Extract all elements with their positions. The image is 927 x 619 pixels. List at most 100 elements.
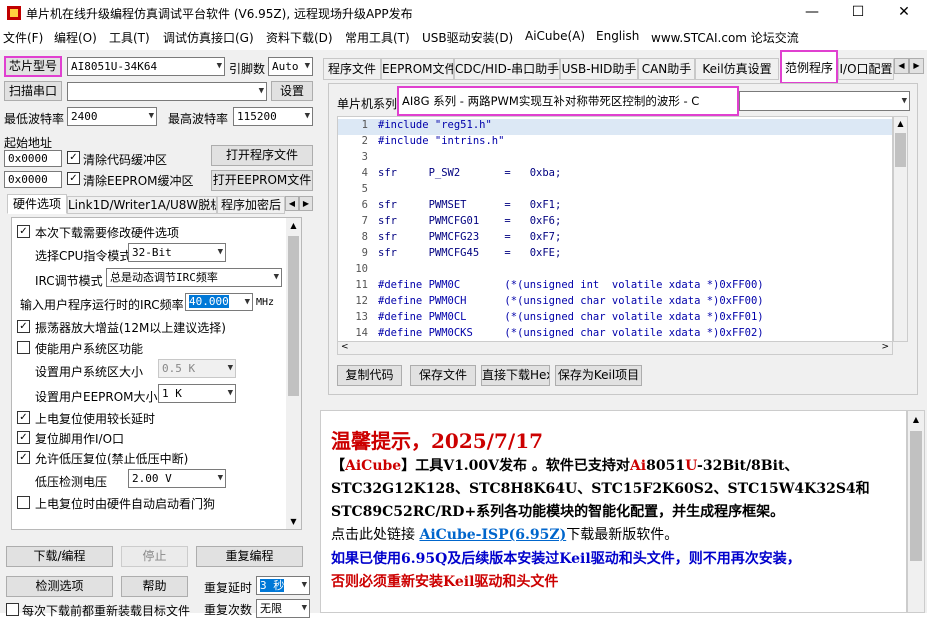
clear-eeprom-checkbox[interactable]: ✓ bbox=[67, 172, 80, 185]
scroll-up-icon[interactable]: ▲ bbox=[286, 218, 301, 233]
tab-link1d-offline[interactable]: Link1D/Writer1A/U8W脱机 bbox=[67, 196, 217, 214]
chip-model-select[interactable]: AI8051U-34K64 ▼ bbox=[67, 57, 225, 76]
min-baud-select[interactable]: 2400 ▼ bbox=[67, 107, 157, 126]
scroll-thumb[interactable] bbox=[288, 236, 299, 396]
tab-examples[interactable]: 范例程序 bbox=[780, 50, 838, 84]
tab-scroll-right-icon[interactable]: ▶ bbox=[909, 58, 924, 74]
scroll-thumb[interactable] bbox=[895, 133, 906, 167]
port-settings-button[interactable]: 设置 bbox=[271, 81, 313, 101]
chip-model-value: AI8051U-34K64 bbox=[71, 60, 158, 73]
code-editor[interactable]: 1 #include "reg51.h" 2 #include "intrins.h"… bbox=[337, 116, 893, 342]
menu-usb-driver[interactable]: USB驱动安装(D) bbox=[422, 29, 513, 46]
tab-eeprom-file[interactable]: EEPROM文件 bbox=[381, 58, 454, 80]
scroll-left-icon[interactable]: < bbox=[341, 342, 349, 352]
notice-line-6: 否则必须重新安装Keil驱动和头文件 bbox=[331, 574, 559, 590]
stop-button[interactable]: 停止 bbox=[121, 546, 188, 567]
eeprom-size-select[interactable]: 1 K ▼ bbox=[158, 384, 236, 403]
user-sys-checkbox[interactable] bbox=[17, 341, 30, 354]
repeat-delay-value: 3 秒 bbox=[260, 579, 285, 592]
code-line: 9 sfr PWMCFG45 = 0xFE; bbox=[338, 247, 892, 263]
modify-hw-checkbox[interactable]: ✓ bbox=[17, 225, 30, 238]
menu-file[interactable]: 文件(F) bbox=[3, 29, 43, 46]
tab-scroll-right-icon[interactable]: ▶ bbox=[299, 196, 313, 211]
menu-downloads[interactable]: 资料下载(D) bbox=[266, 29, 333, 46]
repeat-delay-select[interactable]: 3 秒 ▼ bbox=[256, 576, 310, 595]
menu-aicube[interactable]: AiCube(A) bbox=[525, 29, 585, 43]
series-select-extension[interactable]: ▼ bbox=[739, 91, 910, 111]
menu-website[interactable]: www.STCAI.com 论坛交流 bbox=[651, 29, 799, 46]
irc-mode-select[interactable]: 总是动态调节IRC频率 ▼ bbox=[106, 268, 282, 287]
tab-io-config[interactable]: I/O口配置 bbox=[838, 58, 894, 80]
clear-code-checkbox[interactable]: ✓ bbox=[67, 151, 80, 164]
line-number: 9 bbox=[361, 247, 368, 259]
menu-debug[interactable]: 调试仿真接口(G) bbox=[163, 29, 254, 46]
tab-cdc-hid-serial[interactable]: CDC/HID-串口助手 bbox=[454, 58, 560, 80]
menu-program[interactable]: 编程(O) bbox=[54, 29, 97, 46]
open-program-file-button[interactable]: 打开程序文件 bbox=[211, 145, 313, 166]
lvd-voltage-label: 低压检测电压 bbox=[35, 475, 108, 489]
line-number: 8 bbox=[361, 231, 368, 243]
save-keil-project-button[interactable]: 保存为Keil项目 bbox=[555, 365, 642, 386]
long-delay-checkbox[interactable]: ✓ bbox=[17, 411, 30, 424]
menu-tools[interactable]: 工具(T) bbox=[109, 29, 150, 46]
max-baud-label: 最高波特率 bbox=[168, 112, 229, 126]
series-select[interactable]: AI8G 系列 - 两路PWM实现互补对称带死区控制的波形 - C bbox=[397, 86, 739, 116]
tab-scroll-left-icon[interactable]: ◀ bbox=[894, 58, 909, 74]
tab-program-file[interactable]: 程序文件 bbox=[323, 58, 381, 80]
scroll-right-icon[interactable]: > bbox=[881, 342, 889, 352]
lvd-reset-checkbox[interactable]: ✓ bbox=[17, 451, 30, 464]
tab-hardware-options[interactable]: 硬件选项 bbox=[7, 194, 67, 214]
tab-keil-sim[interactable]: Keil仿真设置 bbox=[695, 58, 779, 80]
save-file-button[interactable]: 保存文件 bbox=[410, 365, 476, 386]
irc-freq-input[interactable]: 40.000 ▼ bbox=[185, 293, 253, 311]
code-text: sfr PWMCFG23 = 0xF7; bbox=[378, 231, 562, 243]
open-eeprom-file-button[interactable]: 打开EEPROM文件 bbox=[211, 170, 313, 191]
copy-code-button[interactable]: 复制代码 bbox=[337, 365, 402, 386]
repeat-program-button[interactable]: 重复编程 bbox=[196, 546, 303, 567]
menu-english[interactable]: English bbox=[596, 29, 639, 43]
tab-can[interactable]: CAN助手 bbox=[638, 58, 695, 80]
hw-scrollbar[interactable]: ▲ ▼ bbox=[286, 218, 301, 529]
tab-scroll-left-icon[interactable]: ◀ bbox=[285, 196, 299, 211]
eeprom-address-input[interactable]: 0x0000 bbox=[4, 171, 62, 188]
notice-line-1: 【AiCube】工具V1.00V发布 。软件已支持对Ai8051U-32Bit/… bbox=[331, 455, 798, 475]
code-hscrollbar[interactable]: < > bbox=[337, 341, 893, 355]
max-baud-select[interactable]: 115200 ▼ bbox=[233, 107, 313, 126]
repeat-count-select[interactable]: 无限 ▼ bbox=[256, 599, 310, 618]
menu-common-tools[interactable]: 常用工具(T) bbox=[345, 29, 410, 46]
direct-download-hex-button[interactable]: 直接下载Hex bbox=[481, 365, 550, 386]
reload-file-label: 每次下载前都重新装载目标文件 bbox=[22, 604, 191, 618]
reset-io-checkbox[interactable]: ✓ bbox=[17, 431, 30, 444]
detect-options-button[interactable]: 检测选项 bbox=[6, 576, 113, 597]
tab-program-encrypt[interactable]: 程序加密后 bbox=[217, 196, 285, 214]
scan-port-button[interactable]: 扫描串口 bbox=[4, 81, 62, 101]
watchdog-label: 上电复位时由硬件自动启动看门狗 bbox=[35, 497, 216, 511]
long-delay-label: 上电复位使用较长延时 bbox=[35, 412, 156, 426]
maximize-button[interactable]: ☐ bbox=[835, 0, 881, 26]
code-line: 8 sfr PWMCFG23 = 0xF7; bbox=[338, 231, 892, 247]
reload-file-checkbox[interactable] bbox=[6, 603, 19, 616]
scroll-up-icon[interactable]: ▲ bbox=[894, 117, 907, 131]
sys-size-select[interactable]: 0.5 K ▼ bbox=[158, 359, 236, 378]
minimize-button[interactable]: — bbox=[789, 0, 835, 26]
series-value: AI8G 系列 - 两路PWM实现互补对称带死区控制的波形 - C bbox=[402, 94, 700, 108]
download-link[interactable]: AiCube-ISP(6.95Z) bbox=[419, 527, 566, 543]
code-vscrollbar[interactable]: ▲ bbox=[893, 116, 908, 342]
cpu-mode-select[interactable]: 32-Bit ▼ bbox=[128, 243, 226, 262]
osc-gain-checkbox[interactable]: ✓ bbox=[17, 320, 30, 333]
scroll-down-icon[interactable]: ▼ bbox=[286, 514, 301, 529]
chip-model-button[interactable]: 芯片型号 bbox=[4, 56, 62, 77]
code-address-input[interactable]: 0x0000 bbox=[4, 150, 62, 167]
watchdog-checkbox[interactable] bbox=[17, 496, 30, 509]
pin-count-select[interactable]: Auto ▼ bbox=[268, 57, 313, 76]
close-button[interactable]: ✕ bbox=[881, 0, 927, 26]
line-number: 14 bbox=[355, 327, 368, 339]
scroll-thumb[interactable] bbox=[910, 431, 922, 561]
help-button[interactable]: 帮助 bbox=[121, 576, 188, 597]
scroll-up-icon[interactable]: ▲ bbox=[908, 413, 924, 427]
serial-port-select[interactable]: ▼ bbox=[67, 82, 267, 101]
download-program-button[interactable]: 下载/编程 bbox=[6, 546, 113, 567]
notice-scrollbar[interactable]: ▲ bbox=[907, 410, 925, 613]
tab-usb-hid[interactable]: USB-HID助手 bbox=[560, 58, 638, 80]
lvd-voltage-select[interactable]: 2.00 V ▼ bbox=[128, 469, 226, 488]
